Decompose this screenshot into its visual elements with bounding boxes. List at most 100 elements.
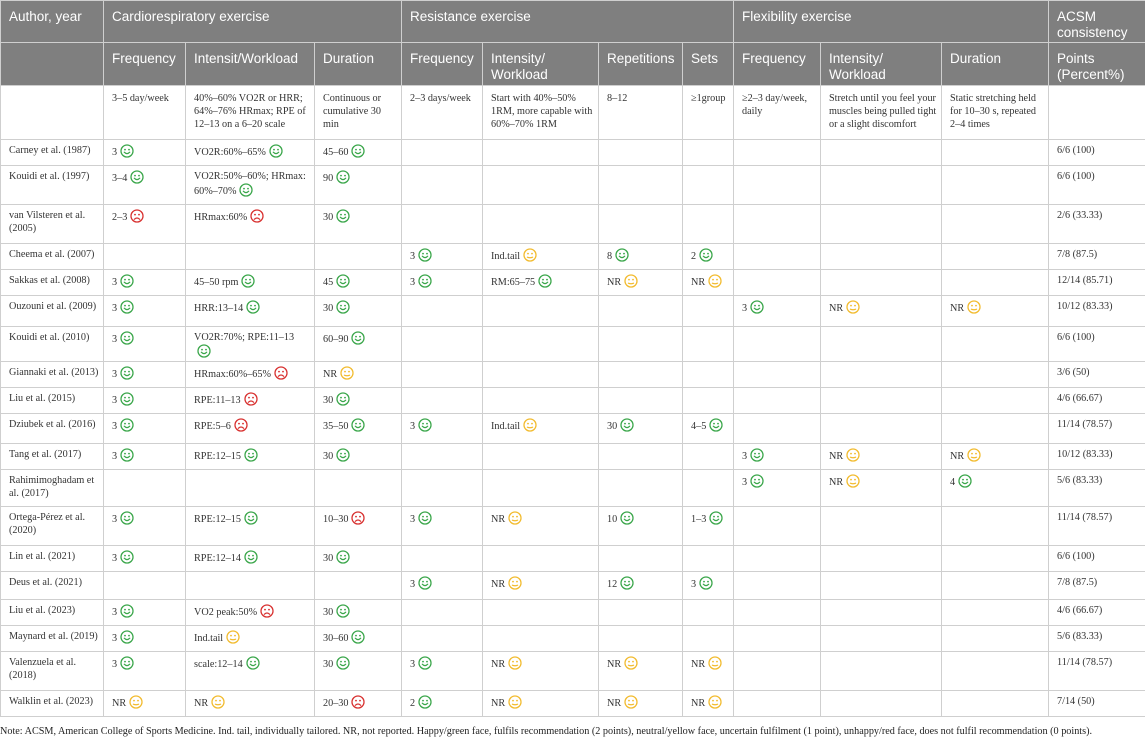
value-cell bbox=[598, 625, 683, 652]
unhappy-face-icon bbox=[274, 366, 288, 380]
value-cell: 30 bbox=[598, 413, 683, 444]
value-cell: RPE:12–15 bbox=[185, 443, 315, 470]
header-sub: Repetitions bbox=[598, 42, 683, 86]
cell-value: RPE:12–14 bbox=[194, 553, 241, 564]
value-cell bbox=[314, 469, 402, 507]
value-cell bbox=[820, 139, 942, 166]
happy-face-icon bbox=[197, 344, 211, 358]
value-cell bbox=[820, 690, 942, 717]
value-cell: HRmax:60% bbox=[185, 204, 315, 244]
happy-face-icon bbox=[538, 274, 552, 288]
cell-value: NR bbox=[607, 277, 622, 288]
happy-face-icon bbox=[120, 331, 134, 345]
value-cell bbox=[733, 243, 821, 270]
value-cell: NR bbox=[103, 690, 186, 717]
value-cell bbox=[401, 387, 483, 414]
cell-value: 45–60 bbox=[323, 147, 349, 158]
value-cell: VO2R:70%; RPE:11–13 bbox=[185, 326, 315, 362]
author-cell: Tang et al. (2017) bbox=[0, 443, 104, 470]
value-cell: NR bbox=[598, 269, 683, 296]
author-cell: Liu et al. (2023) bbox=[0, 599, 104, 626]
header-resistance: Resistance exercise bbox=[401, 0, 734, 43]
author-cell: Valenzuela et al. (2018) bbox=[0, 651, 104, 691]
cell-value: NR bbox=[829, 303, 844, 314]
value-cell: NR bbox=[482, 571, 599, 600]
happy-face-icon bbox=[246, 300, 260, 314]
value-cell bbox=[940, 651, 1050, 691]
happy-face-icon bbox=[336, 300, 350, 314]
points-cell: 3/6 (50) bbox=[1048, 361, 1145, 388]
value-cell: NR bbox=[820, 469, 942, 507]
value-cell: 30 bbox=[314, 387, 402, 414]
cell-value: 90 bbox=[323, 173, 334, 184]
happy-face-icon bbox=[336, 274, 350, 288]
header-sub: Intensity/ Workload bbox=[482, 42, 599, 86]
table-row: Maynard et al. (2019) 3 Ind.tail 30–60 5/6 (… bbox=[0, 625, 1145, 652]
unhappy-face-icon bbox=[250, 209, 264, 223]
author-cell: Walklin et al. (2023) bbox=[0, 690, 104, 717]
happy-face-icon bbox=[750, 474, 764, 488]
author-cell: Ortega-Pérez et al. (2020) bbox=[0, 506, 104, 546]
happy-face-icon bbox=[958, 474, 972, 488]
acsm-consistency-table: Author, year Cardiorespiratory exercise … bbox=[0, 0, 1145, 717]
value-cell bbox=[103, 571, 186, 600]
value-cell: 2 bbox=[682, 243, 734, 270]
cell-value: 3 bbox=[112, 369, 118, 380]
cell-value: VO2 peak:50% bbox=[194, 607, 258, 618]
cell-value: 2 bbox=[410, 698, 416, 709]
happy-face-icon bbox=[709, 511, 723, 525]
cell-value: 1–3 bbox=[691, 514, 707, 525]
cell-value: 3 bbox=[410, 659, 416, 670]
cell-value: 3 bbox=[112, 451, 118, 462]
points-cell: 5/6 (83.33) bbox=[1048, 469, 1145, 507]
author-cell: Carney et al. (1987) bbox=[0, 139, 104, 166]
value-cell bbox=[598, 443, 683, 470]
value-cell: 3 bbox=[103, 443, 186, 470]
cell-value: Ind.tail bbox=[491, 421, 521, 432]
cell-value: NR bbox=[491, 698, 506, 709]
value-cell: NR bbox=[682, 690, 734, 717]
cell-value: 3 bbox=[742, 477, 748, 488]
happy-face-icon bbox=[336, 604, 350, 618]
cell-value: HRR:13–14 bbox=[194, 303, 244, 314]
cell-value: NR bbox=[491, 659, 506, 670]
cell-value: 3 bbox=[112, 421, 118, 432]
happy-face-icon bbox=[750, 448, 764, 462]
points-cell: 4/6 (66.67) bbox=[1048, 599, 1145, 626]
value-cell bbox=[940, 204, 1050, 244]
value-cell: NR bbox=[820, 443, 942, 470]
value-cell: NR bbox=[314, 361, 402, 388]
cell-value: RPE:5–6 bbox=[194, 421, 231, 432]
points-cell: 7/8 (87.5) bbox=[1048, 571, 1145, 600]
value-cell bbox=[598, 545, 683, 572]
cell-value: 30 bbox=[607, 421, 618, 432]
author-cell: Lin et al. (2021) bbox=[0, 545, 104, 572]
points-cell: 11/14 (78.57) bbox=[1048, 506, 1145, 546]
value-cell bbox=[401, 204, 483, 244]
neutral-face-icon bbox=[846, 300, 860, 314]
value-cell: 3 bbox=[401, 571, 483, 600]
cell-value: 3 bbox=[742, 451, 748, 462]
value-cell bbox=[682, 361, 734, 388]
value-cell bbox=[682, 599, 734, 626]
value-cell bbox=[733, 599, 821, 626]
value-cell bbox=[733, 651, 821, 691]
value-cell: 3 bbox=[401, 269, 483, 296]
value-cell bbox=[598, 295, 683, 327]
value-cell bbox=[482, 387, 599, 414]
value-cell: NR bbox=[820, 295, 942, 327]
recommendation-cell: Stretch until you feel your muscles bein… bbox=[820, 85, 942, 140]
header-row-sub: Frequency Intensit/Workload Duration Fre… bbox=[0, 42, 1145, 86]
value-cell bbox=[682, 326, 734, 362]
happy-face-icon bbox=[351, 331, 366, 345]
value-cell bbox=[940, 326, 1050, 362]
value-cell bbox=[682, 443, 734, 470]
cell-value: 30 bbox=[323, 607, 334, 618]
neutral-face-icon bbox=[708, 695, 722, 709]
happy-face-icon bbox=[336, 170, 350, 184]
value-cell bbox=[733, 361, 821, 388]
happy-face-icon bbox=[699, 576, 713, 590]
value-cell bbox=[820, 571, 942, 600]
value-cell: 3–4 bbox=[103, 165, 186, 205]
value-cell bbox=[682, 625, 734, 652]
